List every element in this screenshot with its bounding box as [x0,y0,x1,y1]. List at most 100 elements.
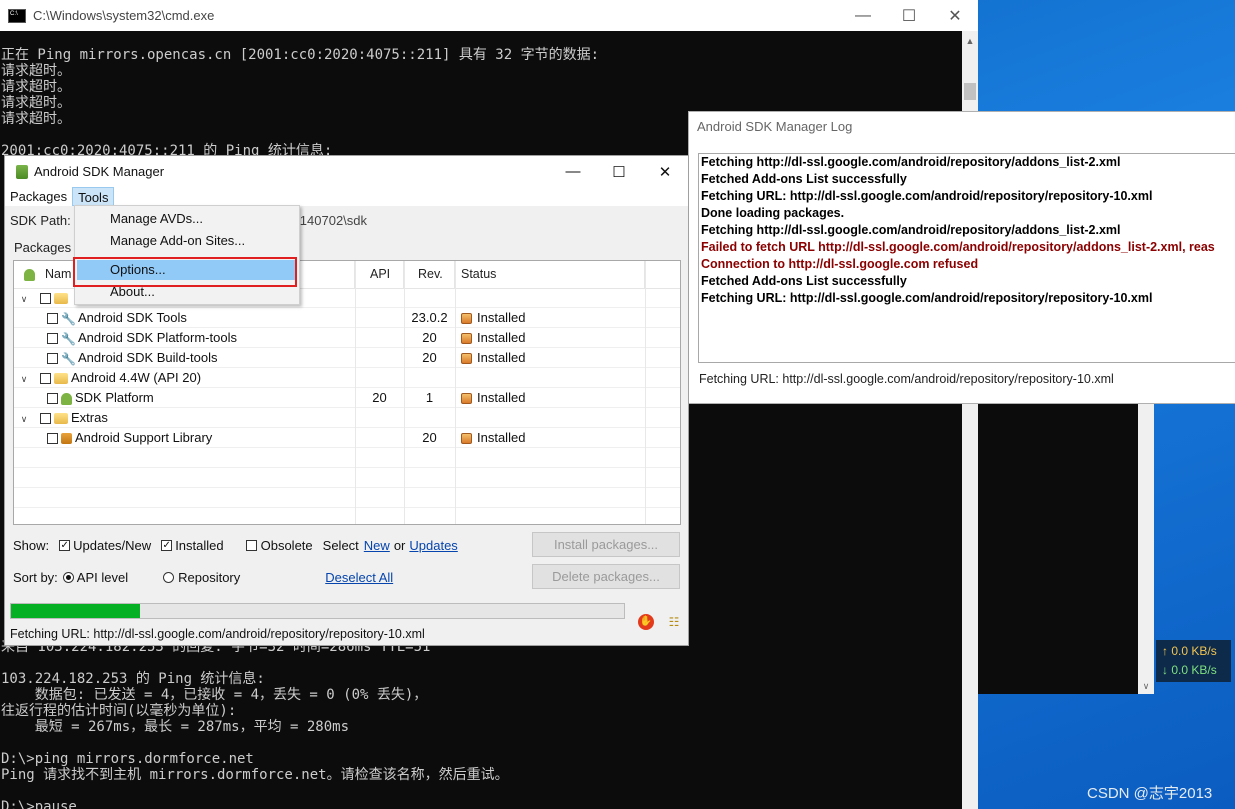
installed-checkbox[interactable] [161,539,173,551]
sdk-close-button[interactable]: ✕ [642,156,688,187]
console-line: D:\>pause [1,799,77,809]
expand-chevron-icon[interactable]: ∨ [18,409,30,429]
stop-icon[interactable]: ✋ [638,614,654,630]
log-line: Fetching URL: http://dl-ssl.google.com/a… [701,291,1153,305]
installed-label[interactable]: Installed [175,538,223,553]
show-log-icon[interactable]: ☷ [666,615,682,629]
tree-row-empty [14,488,680,508]
tree-row[interactable]: 🔧 Android SDK Build-tools 20 Installed [14,348,680,368]
folder-icon [54,373,68,385]
sort-api-level-radio[interactable] [62,571,74,583]
sdk-status-text: Fetching URL: http://dl-ssl.google.com/a… [10,627,425,641]
console-line: 103.224.182.253 的 Ping 统计信息: [1,671,265,687]
install-packages-button[interactable]: Install packages... [532,532,680,557]
installed-icon [461,393,472,405]
column-rev[interactable]: Rev. [404,261,455,288]
scroll-up-arrow-icon[interactable]: ▲ [962,33,978,49]
wrench-icon: 🔧 [61,331,76,346]
sdk-titlebar[interactable]: Android SDK Manager — ☐ ✕ [5,156,688,187]
progress-fill [11,604,140,618]
close-button[interactable]: ✕ [932,0,978,31]
sdk-maximize-button[interactable]: ☐ [596,156,642,187]
console-line: 最短 = 267ms，最长 = 287ms，平均 = 280ms [1,719,350,735]
sort-repository-radio[interactable] [163,571,175,583]
background-console-scrollbar[interactable]: ∨ [1138,395,1154,694]
updates-new-checkbox[interactable] [59,539,71,551]
package-name: Android SDK Build-tools [78,350,218,365]
obsolete-label[interactable]: Obsolete [261,538,313,553]
wrench-icon: 🔧 [61,311,76,326]
obsolete-checkbox[interactable] [245,539,257,551]
scrollbar-thumb[interactable] [964,83,976,100]
tree-row[interactable]: ∨ Android 4.4W (API 20) [14,368,680,388]
library-icon [61,433,72,445]
package-rev: 20 [422,430,437,445]
tree-row[interactable]: 🔧 Android SDK Tools 23.0.2 Installed [14,308,680,328]
sdk-minimize-button[interactable]: — [550,156,596,187]
sdk-log-window[interactable]: Android SDK Manager Log Fetching http://… [688,111,1235,404]
console-line: 请求超时。 [1,79,71,95]
tools-dropdown-menu: Manage AVDs... Manage Add-on Sites... Op… [73,205,300,305]
watermark: CSDN @志宇2013 [1087,785,1213,802]
highlight-annotation-box [73,257,297,287]
tree-row[interactable]: Android Support Library 20 Installed [14,428,680,448]
package-rev [404,368,455,388]
row-checkbox[interactable] [40,293,51,305]
console-line: Ping 请求找不到主机 mirrors.dormforce.net。请检查该名… [1,767,509,783]
tree-row-empty [14,468,680,488]
package-rev: 1 [425,390,434,405]
row-checkbox[interactable] [47,433,58,445]
row-checkbox[interactable] [40,373,51,385]
menu-item-manage-addon-sites[interactable]: Manage Add-on Sites... [77,231,297,251]
package-rev: 23.0.2 [411,310,448,325]
sort-api-level-label[interactable]: API level [77,570,128,585]
package-status: Installed [477,430,526,445]
tree-row[interactable]: ∨ Extras [14,408,680,428]
installed-icon [461,313,472,325]
package-name: Android SDK Tools [78,310,187,325]
cmd-titlebar[interactable]: C:\Windows\system32\cmd.exe — ☐ ✕ [0,0,978,31]
package-api [355,308,404,328]
column-status[interactable]: Status [455,261,645,288]
expand-chevron-icon[interactable]: ∨ [18,289,30,309]
tree-row[interactable]: 🔧 Android SDK Platform-tools 20 Installed [14,328,680,348]
row-checkbox[interactable] [47,393,58,405]
package-api [355,408,404,428]
installed-icon [461,333,472,345]
build-tools-icon: 🔧 [61,351,76,366]
sdk-title: Android SDK Manager [34,164,165,179]
deselect-all-link[interactable]: Deselect All [325,570,393,585]
folder-icon [54,293,68,305]
menu-tools[interactable]: Tools [72,187,115,206]
select-new-link[interactable]: New [364,538,390,553]
minimize-button[interactable]: — [840,0,886,31]
row-checkbox[interactable] [47,333,58,345]
background-console-window[interactable]: ∨ [978,395,1154,694]
package-rev: 20 [422,350,437,365]
console-line: 数据包: 已发送 = 4，已接收 = 4，丢失 = 0 (0% 丢失)， [1,687,428,703]
updates-new-label[interactable]: Updates/New [73,538,151,553]
log-text-area[interactable]: Fetching http://dl-ssl.google.com/androi… [698,153,1235,363]
maximize-button[interactable]: ☐ [886,0,932,31]
menu-item-manage-avds[interactable]: Manage AVDs... [77,209,297,229]
expand-chevron-icon[interactable]: ∨ [18,369,30,389]
scroll-down-arrow-icon[interactable]: ∨ [1138,681,1154,692]
row-checkbox[interactable] [47,353,58,365]
upload-speed: ↑ 0.0 KB/s [1162,644,1217,658]
select-updates-link[interactable]: Updates [409,538,457,553]
sort-repository-label[interactable]: Repository [178,570,240,585]
package-status: Installed [477,390,526,405]
row-checkbox[interactable] [47,313,58,325]
row-checkbox[interactable] [40,413,51,425]
package-api [355,368,404,388]
console-line: 往返行程的估计时间(以毫秒为单位): [1,703,237,719]
menu-packages[interactable]: Packages [5,187,72,206]
or-label: or [393,537,406,553]
column-api[interactable]: API [355,261,404,288]
installed-icon [461,353,472,365]
tree-row[interactable]: SDK Platform 20 1 Installed [14,388,680,408]
delete-packages-button[interactable]: Delete packages... [532,564,680,589]
log-line: Fetching URL: http://dl-ssl.google.com/a… [701,189,1153,203]
package-name: SDK Platform [75,390,154,405]
installed-icon [461,433,472,445]
